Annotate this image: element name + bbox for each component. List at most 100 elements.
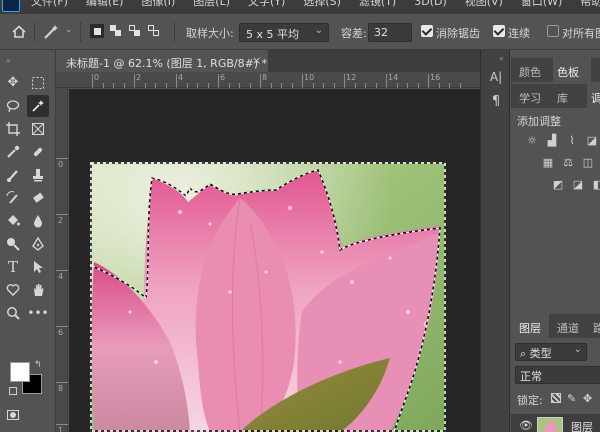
contiguous-checkbox[interactable] [493, 25, 505, 37]
lock-transparent-pixels-icon[interactable] [551, 393, 561, 403]
blend-mode-dropdown[interactable]: 正常 [515, 366, 600, 384]
menu-item[interactable]: 3D(D) [414, 0, 447, 10]
color-balance-icon[interactable]: ⚖ [561, 156, 575, 170]
menu-item[interactable]: 图层(L) [193, 0, 230, 10]
ruler-minor-tick [155, 83, 156, 88]
foreground-color-swatch[interactable] [10, 362, 30, 382]
type-tool-icon[interactable]: T [2, 256, 24, 278]
ruler-minor-tick [123, 83, 125, 88]
menu-item[interactable]: 文件(F) [31, 0, 68, 10]
crop-tool-icon[interactable] [2, 118, 24, 140]
tab-paths[interactable]: 路 [593, 320, 600, 336]
clone-stamp-tool-icon[interactable] [27, 164, 49, 186]
invert-icon[interactable]: ◩ [551, 178, 565, 192]
menu-item[interactable]: 文字(Y) [248, 0, 285, 10]
lock-position-icon[interactable]: ✥ [583, 392, 592, 405]
curves-icon[interactable]: ⌇ [565, 134, 579, 148]
layer-row[interactable]: 👁 图层 [511, 414, 600, 432]
tab-libraries[interactable]: 库 [557, 90, 568, 106]
marquee-tool-icon[interactable] [27, 72, 49, 94]
document-tab-title: 未标题-1 @ 62.1% (图层 1, RGB/8#) * [66, 57, 268, 70]
menu-item[interactable]: 图像(I) [141, 0, 175, 10]
threshold-icon[interactable]: ◧ [591, 178, 600, 192]
dodge-tool-icon[interactable] [2, 233, 24, 255]
photoshop-logo-icon[interactable] [2, 0, 20, 12]
brush-tool-icon[interactable] [2, 164, 24, 186]
ruler-minor-tick [449, 83, 450, 88]
close-icon[interactable]: × [252, 54, 261, 67]
ruler-minor-tick [186, 83, 188, 88]
ruler-tick [176, 74, 177, 88]
menu-item[interactable]: 选择(S) [303, 0, 341, 10]
toolbar-collapse-icon[interactable]: » [6, 56, 11, 65]
tool-preset-chevron-icon[interactable]: ⌄ [65, 25, 73, 35]
hand-tool-icon[interactable] [27, 279, 49, 301]
document-tab[interactable]: 未标题-1 @ 62.1% (图层 1, RGB/8#) * × [56, 50, 268, 72]
eyedropper-tool-icon[interactable] [2, 141, 24, 163]
swap-colors-icon[interactable]: ↰ [34, 360, 42, 370]
character-panel-icon[interactable]: A| [489, 70, 503, 84]
lasso-tool-icon[interactable] [2, 95, 24, 117]
menu-item[interactable]: 窗口(W) [521, 0, 562, 10]
antialias-label: 消除锯齿 [436, 27, 480, 40]
lock-image-pixels-icon[interactable]: ✎ [567, 392, 576, 405]
tab-learn[interactable]: 学习 [519, 90, 541, 106]
ruler-tick [56, 326, 68, 327]
frame-tool-icon[interactable] [27, 118, 49, 140]
more-tools-icon[interactable]: ••• [27, 302, 49, 324]
lotus-photo-image [90, 162, 446, 432]
tab-channels[interactable]: 通道 [557, 320, 579, 336]
photo-filter-icon[interactable]: ◫ [581, 156, 595, 170]
tab-color[interactable]: 颜色 [519, 64, 541, 80]
menu-item[interactable]: 视图(V) [465, 0, 503, 10]
sample-size-dropdown[interactable]: 5 x 5 平均 ⌄ [239, 23, 329, 42]
default-colors-icon[interactable] [9, 387, 17, 395]
subtract-from-selection-button[interactable] [128, 24, 142, 38]
path-selection-tool-icon[interactable] [27, 256, 49, 278]
tab-swatches[interactable]: 色板 [557, 64, 579, 80]
posterize-icon[interactable]: ◪ [571, 178, 585, 192]
eraser-tool-icon[interactable] [27, 187, 49, 209]
layer-filter-dropdown[interactable]: ⌕ 类型 ⌄ [515, 343, 587, 361]
blur-tool-icon[interactable] [27, 210, 49, 232]
history-brush-tool-icon[interactable] [2, 187, 24, 209]
visibility-eye-icon[interactable]: 👁 [519, 419, 533, 432]
ruler-tick [56, 158, 68, 159]
brightness-contrast-icon[interactable]: ☼ [525, 134, 539, 148]
menu-item[interactable]: 帮助(H) [580, 0, 600, 10]
menu-item[interactable]: 滤镜(T) [359, 0, 396, 10]
home-icon[interactable] [10, 23, 28, 41]
tab-layers[interactable]: 图层 [519, 320, 541, 336]
ruler-tick [56, 382, 68, 383]
healing-brush-tool-icon[interactable] [27, 141, 49, 163]
ruler-label: 16 [430, 73, 441, 82]
chevron-down-icon: ⌄ [314, 25, 323, 36]
new-selection-mode-button[interactable] [90, 24, 104, 38]
lock-label: 锁定: [517, 394, 543, 407]
magic-wand-icon[interactable] [42, 23, 62, 41]
ruler-minor-tick [228, 83, 230, 88]
move-tool-icon[interactable]: ✥ [2, 72, 24, 94]
levels-icon[interactable]: ▟ [545, 134, 559, 148]
paragraph-panel-icon[interactable]: ¶ [489, 94, 503, 109]
collapse-arrows-icon[interactable]: « [499, 54, 504, 63]
pen-tool-icon[interactable] [27, 233, 49, 255]
paint-bucket-tool-icon[interactable] [2, 210, 24, 232]
exposure-icon[interactable]: ◪ [585, 134, 599, 148]
vibrance-icon[interactable]: ▦ [541, 156, 555, 170]
custom-shape-tool-icon[interactable] [2, 279, 24, 301]
add-adjustment-title: 添加调整 [517, 115, 561, 128]
antialias-checkbox[interactable] [421, 25, 433, 37]
magic-wand-tool-icon[interactable] [27, 95, 49, 117]
tab-adjustments[interactable]: 调 [591, 90, 600, 106]
ruler-minor-tick [312, 83, 314, 88]
quick-mask-icon[interactable] [2, 404, 24, 426]
all-layers-checkbox[interactable] [547, 25, 559, 37]
menu-item[interactable]: 编辑(E) [86, 0, 124, 10]
intersect-selection-button[interactable] [147, 24, 161, 38]
ruler-tick [134, 74, 135, 88]
tolerance-input[interactable]: 32 [368, 23, 412, 42]
add-to-selection-button[interactable] [109, 24, 123, 38]
zoom-tool-icon[interactable] [2, 302, 24, 324]
document-canvas[interactable] [90, 162, 446, 432]
